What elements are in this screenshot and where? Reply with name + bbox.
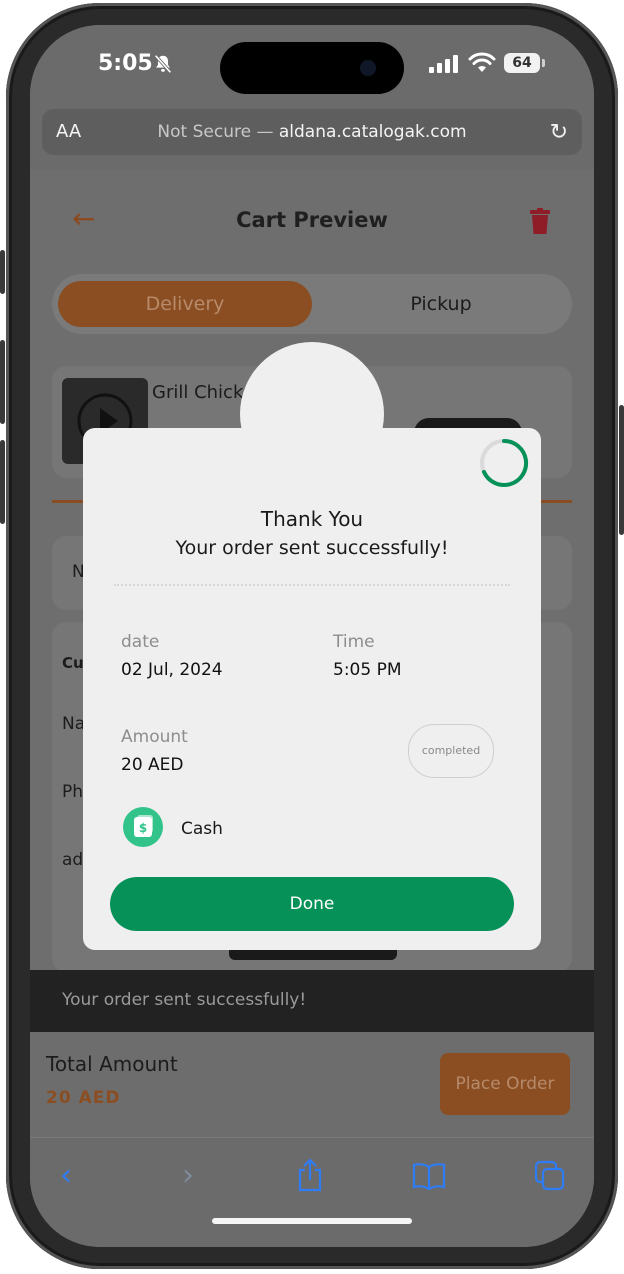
date-label: date	[121, 632, 160, 652]
page-title: Cart Preview	[236, 208, 388, 232]
order-type-toggle: Delivery Pickup	[52, 274, 572, 334]
status-bar: 5:05 64	[30, 25, 594, 105]
svg-text:$: $	[139, 821, 147, 835]
item-name: Grill Chick	[152, 382, 244, 403]
toast-message: Your order sent successfully!	[62, 990, 307, 1010]
amount-label: Amount	[121, 727, 188, 747]
sheet-handle	[229, 950, 397, 960]
address-label: ad	[62, 850, 84, 870]
tabs-icon[interactable]	[534, 1160, 566, 1192]
screen: 5:05 64 AA Not Secure — aldana.catalogak…	[30, 25, 594, 1247]
date-value: 02 Jul, 2024	[121, 660, 223, 680]
address-bar[interactable]: AA Not Secure — aldana.catalogak.com ↻	[42, 109, 582, 155]
trash-icon[interactable]	[530, 208, 550, 234]
status-badge: completed	[408, 724, 494, 778]
status-time: 5:05	[98, 51, 153, 76]
dialog-title: Thank You	[260, 507, 364, 531]
camera-icon	[360, 60, 376, 76]
forward-icon[interactable]: ›	[182, 1158, 194, 1193]
total-value: 20 AED	[46, 1088, 121, 1108]
reload-icon[interactable]: ↻	[550, 120, 568, 145]
domain-label: aldana.catalogak.com	[278, 122, 467, 142]
checkout-footer: Total Amount 20 AED Place Order	[30, 1032, 594, 1137]
mute-switch	[0, 250, 5, 294]
toast-notification: Your order sent successfully!	[30, 970, 594, 1032]
bookmarks-icon[interactable]	[412, 1162, 446, 1190]
loading-spinner-icon	[480, 438, 529, 487]
phone-label: Ph	[62, 782, 84, 802]
url-text[interactable]: Not Secure — aldana.catalogak.com	[42, 122, 582, 142]
volume-down-button	[0, 440, 5, 524]
time-label: Time	[333, 632, 375, 652]
time-value: 5:05 PM	[333, 660, 402, 680]
back-icon[interactable]: ‹	[60, 1158, 72, 1193]
share-icon[interactable]	[296, 1158, 324, 1192]
browser-toolbar: ‹ ›	[30, 1137, 594, 1247]
home-indicator	[212, 1218, 412, 1224]
wifi-icon	[468, 52, 496, 72]
silent-bell-icon	[154, 54, 172, 74]
security-label: Not Secure —	[157, 122, 274, 142]
volume-up-button	[0, 340, 5, 424]
battery-indicator: 64	[504, 53, 540, 73]
battery-tip	[542, 59, 545, 67]
total-label: Total Amount	[46, 1052, 178, 1076]
name-label: Na	[62, 714, 86, 734]
place-order-button[interactable]: Place Order	[440, 1053, 570, 1115]
cash-icon: $	[123, 807, 163, 847]
customer-heading: Cu	[62, 654, 84, 672]
delivery-tab[interactable]: Delivery	[58, 281, 312, 327]
pickup-tab[interactable]: Pickup	[314, 281, 568, 327]
power-button	[619, 405, 624, 535]
dynamic-island	[220, 42, 404, 94]
dialog-subtitle: Your order sent successfully!	[175, 537, 449, 559]
cellular-signal-icon	[429, 55, 458, 73]
done-button[interactable]: Done	[110, 877, 514, 931]
payment-method: Cash	[181, 819, 223, 839]
dialog-divider	[114, 584, 510, 586]
amount-value: 20 AED	[121, 755, 184, 775]
